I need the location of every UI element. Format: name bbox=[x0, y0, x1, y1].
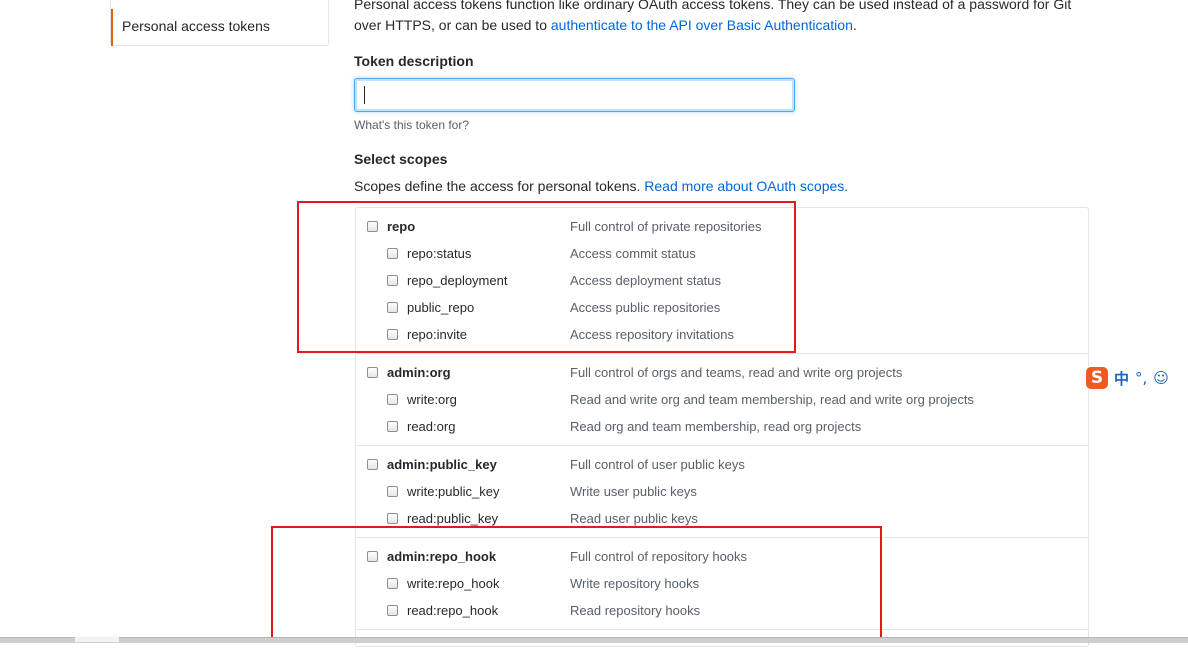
sidebar-item-personal-access-tokens[interactable]: Personal access tokens bbox=[111, 9, 328, 46]
scope-name: read:public_key bbox=[407, 511, 499, 526]
taskbar-strip bbox=[0, 637, 1188, 643]
scope-group-admin-org: admin:org Full control of orgs and teams… bbox=[356, 354, 1088, 446]
checkbox-read-public-key[interactable] bbox=[387, 513, 398, 524]
scope-row-admin-public-key: admin:public_key Full control of user pu… bbox=[356, 456, 1088, 476]
scope-name: write:org bbox=[407, 392, 457, 407]
scope-row-admin-org: admin:org Full control of orgs and teams… bbox=[356, 364, 1088, 384]
scopes-description-text: Scopes define the access for personal to… bbox=[354, 178, 645, 194]
settings-sidebar: Personal access tokens bbox=[110, 0, 329, 46]
checkbox-write-public-key[interactable] bbox=[387, 486, 398, 497]
checkbox-admin-public-key[interactable] bbox=[367, 459, 378, 470]
scope-row-write-org: write:org Read and write org and team me… bbox=[356, 391, 1088, 411]
scope-description: Read user public keys bbox=[570, 511, 698, 526]
intro-paragraph: Personal access tokens function like ord… bbox=[354, 0, 1094, 36]
scope-name: admin:org bbox=[387, 365, 451, 380]
select-scopes-heading: Select scopes bbox=[354, 151, 448, 167]
ime-emoji-icon[interactable]: ☺ bbox=[1153, 369, 1169, 387]
highlight-box-repo bbox=[297, 201, 796, 353]
ime-mode-indicator[interactable]: 中 bbox=[1114, 368, 1129, 389]
scope-description: Full control of orgs and teams, read and… bbox=[570, 365, 903, 380]
scope-description: Read and write org and team membership, … bbox=[570, 392, 974, 407]
scope-name: read:org bbox=[407, 419, 456, 434]
ime-punctuation-indicator[interactable]: °, bbox=[1135, 369, 1147, 387]
token-description-input[interactable] bbox=[354, 78, 795, 112]
basic-auth-link[interactable]: authenticate to the API over Basic Authe… bbox=[551, 17, 853, 33]
scope-name: write:public_key bbox=[407, 484, 500, 499]
token-description-label: Token description bbox=[354, 53, 474, 69]
taskbar-tab[interactable] bbox=[75, 637, 119, 642]
oauth-scopes-link[interactable]: Read more about OAuth scopes. bbox=[644, 178, 848, 194]
scope-name: admin:public_key bbox=[387, 457, 497, 472]
checkbox-read-org[interactable] bbox=[387, 421, 398, 432]
ime-logo-icon[interactable]: S bbox=[1086, 367, 1108, 389]
checkbox-write-org[interactable] bbox=[387, 394, 398, 405]
scope-description: Read org and team membership, read org p… bbox=[570, 419, 862, 434]
highlight-box-repo-hook bbox=[271, 526, 882, 642]
scope-row-write-public-key: write:public_key Write user public keys bbox=[356, 483, 1088, 503]
checkbox-admin-org[interactable] bbox=[367, 367, 378, 378]
token-description-note: What's this token for? bbox=[354, 118, 470, 132]
scope-description: Full control of user public keys bbox=[570, 457, 745, 472]
scope-row-read-org: read:org Read org and team membership, r… bbox=[356, 418, 1088, 438]
text-caret bbox=[364, 86, 365, 104]
scope-description: Write user public keys bbox=[570, 484, 697, 499]
ime-toolbar[interactable]: S 中 °, ☺ bbox=[1086, 366, 1188, 390]
scopes-description: Scopes define the access for personal to… bbox=[354, 178, 848, 194]
intro-end: . bbox=[852, 17, 857, 33]
scope-group-admin-public-key: admin:public_key Full control of user pu… bbox=[356, 446, 1088, 538]
